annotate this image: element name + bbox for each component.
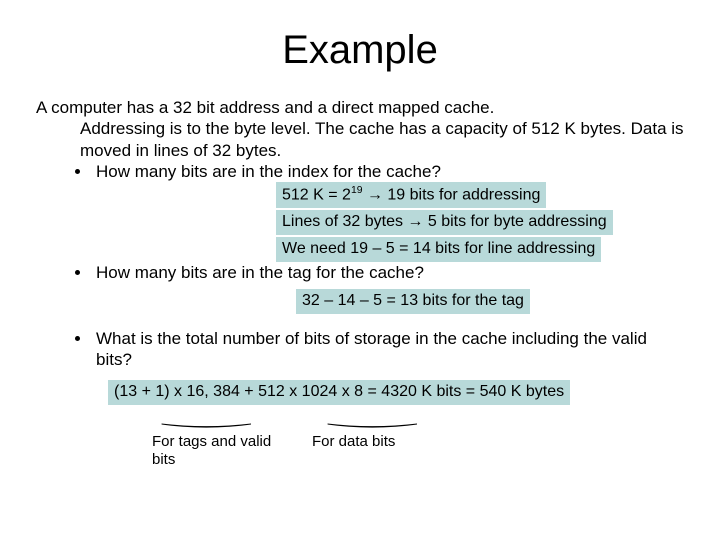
brace-icon: ⏝ <box>161 407 253 426</box>
answer-1a: 512 K = 219 → 19 bits for addressing <box>276 182 684 208</box>
label-tags: For tags and valid bits <box>152 433 282 469</box>
question-2: How many bits are in the tag for the cac… <box>92 262 684 283</box>
slide-title: Example <box>36 28 684 73</box>
intro-rest: Addressing is to the byte level. The cac… <box>36 118 684 161</box>
label-data: For data bits <box>312 433 442 451</box>
answer-2: 32 – 14 – 5 = 13 bits for the tag <box>296 289 684 314</box>
answer-3: (13 + 1) x 16, 384 + 512 x 1024 x 8 = 43… <box>108 380 684 405</box>
a1a-pre: 512 K = 2 <box>282 186 351 203</box>
answer-1b: Lines of 32 bytes → 5 bits for byte addr… <box>276 210 684 235</box>
answer-1c: We need 19 – 5 = 14 bits for line addres… <box>276 237 684 262</box>
question-3: What is the total number of bits of stor… <box>92 328 684 371</box>
brace-labels: ⏝ ⏝ For tags and valid bits For data bit… <box>36 405 684 495</box>
question-1: How many bits are in the index for the c… <box>92 161 684 182</box>
a1a-post: → 19 bits for addressing <box>363 186 541 203</box>
a1a-exp: 19 <box>351 185 363 196</box>
brace-icon: ⏝ <box>327 407 419 426</box>
problem-intro: A computer has a 32 bit address and a di… <box>36 97 684 161</box>
intro-line1: A computer has a 32 bit address and a di… <box>36 98 494 117</box>
slide: Example A computer has a 32 bit address … <box>0 0 720 540</box>
